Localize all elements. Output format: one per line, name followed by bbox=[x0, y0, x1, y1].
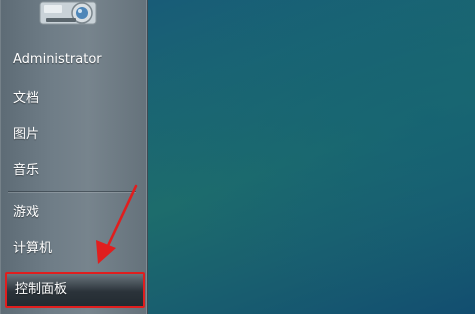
menu-item-administrator[interactable]: Administrator bbox=[6, 47, 142, 73]
menu-item-music[interactable]: 音乐 bbox=[6, 158, 142, 184]
start-menu-right-pane: Administrator 文档 图片 音乐 游戏 计算机 控制面板 bbox=[0, 0, 148, 314]
red-arrow-icon bbox=[96, 184, 138, 264]
menu-item-pictures[interactable]: 图片 bbox=[6, 122, 142, 148]
menu-item-control-panel[interactable]: 控制面板 bbox=[8, 277, 144, 303]
camera-icon[interactable] bbox=[36, 0, 106, 30]
menu-item-documents[interactable]: 文档 bbox=[6, 86, 142, 112]
control-panel-highlight-box: 控制面板 bbox=[5, 272, 145, 308]
